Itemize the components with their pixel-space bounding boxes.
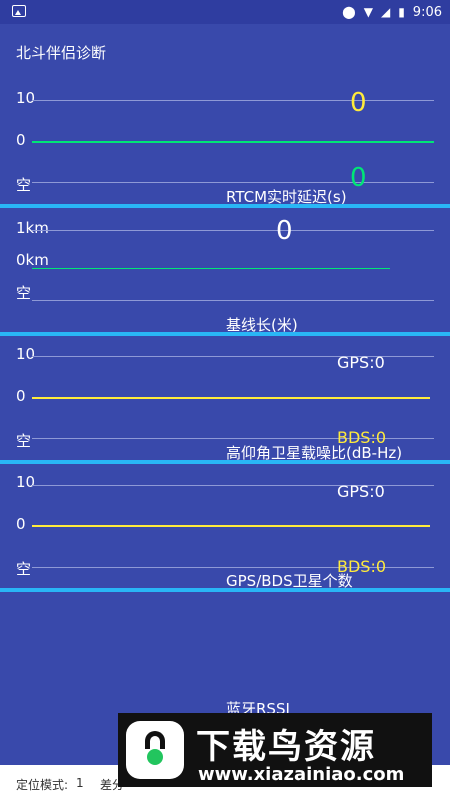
y-label-zero: 0: [16, 515, 26, 533]
y-label-empty: 空: [16, 284, 32, 302]
panel-separator: [0, 204, 450, 208]
y-label-top: 10: [16, 89, 36, 107]
rtcm-value-primary: 0: [350, 88, 367, 118]
panel-separator: [0, 588, 450, 592]
battery-charging-icon: ▮: [398, 5, 405, 19]
y-label-top: 10: [16, 345, 36, 363]
page-title: 北斗伴侣诊断: [16, 44, 107, 62]
signal-icon: ◢: [380, 5, 391, 19]
gridline-bottom: [32, 182, 434, 183]
gps-snr-label: GPS:0: [337, 353, 385, 372]
y-label-zero: 0: [16, 131, 26, 149]
sat-count-data-line: [32, 525, 430, 527]
y-label-top: 10: [16, 473, 36, 491]
y-label-empty: 空: [16, 432, 32, 450]
panel-separator: [0, 332, 450, 336]
y-label-zero: 0km: [16, 251, 49, 269]
status-time: 9:06: [412, 4, 442, 20]
wifi-icon: ▼: [363, 5, 373, 19]
gridline-top: [32, 230, 434, 231]
y-label-top: 1km: [16, 219, 49, 237]
status-icons: ⬤ ▼ ◢ ▮ 9:06: [342, 3, 442, 21]
positioning-mode-label: 定位模式:: [16, 778, 69, 792]
watermark-url: www.xiazainiao.com: [198, 764, 405, 785]
rtcm-data-line: [32, 141, 434, 143]
gps-count-label: GPS:0: [337, 482, 385, 501]
y-label-zero: 0: [16, 387, 26, 405]
y-label-empty: 空: [16, 560, 32, 578]
baseline-data-line: [32, 268, 390, 269]
watermark-title: 下载鸟资源: [196, 727, 376, 767]
location-icon: ⬤: [342, 5, 356, 19]
bird-logo-icon: [126, 721, 184, 779]
watermark-banner: 下载鸟资源 www.xiazainiao.com: [118, 713, 432, 787]
rtcm-value-secondary: 0: [350, 163, 367, 193]
baseline-value: 0: [276, 216, 293, 246]
y-label-empty: 空: [16, 176, 32, 194]
image-icon: [12, 5, 26, 17]
status-bar: ⬤ ▼ ◢ ▮ 9:06: [0, 0, 450, 24]
positioning-mode-value: 1: [76, 776, 84, 790]
gridline-top: [32, 100, 434, 101]
panel-separator: [0, 460, 450, 464]
snr-data-line: [32, 397, 430, 399]
gridline-bottom: [32, 300, 434, 301]
